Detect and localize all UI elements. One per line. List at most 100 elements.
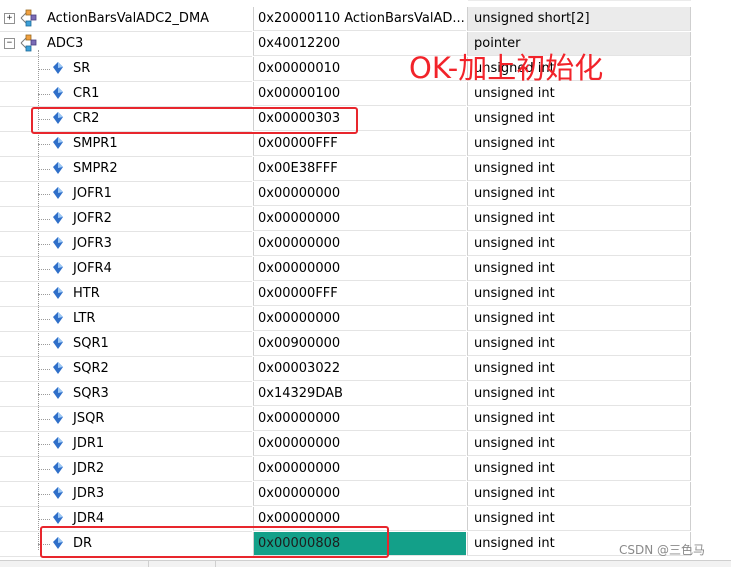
tree-branch-line: [38, 219, 50, 220]
tree-branch-line: [38, 444, 50, 445]
variable-icon: [53, 387, 63, 399]
value-cell[interactable]: 0x14329DAB: [253, 382, 466, 406]
register-name: JDR2: [73, 461, 105, 476]
variable-icon: [53, 512, 63, 524]
watch-row-smpr2[interactable]: SMPR2 0x00E38FFF unsigned int: [0, 157, 731, 182]
name-cell[interactable]: LTR: [0, 307, 252, 332]
watch-row-jdr1[interactable]: JDR1 0x00000000 unsigned int: [0, 432, 731, 457]
watch-window: + ActionBarsValADC2_DMA 0x20000110 ActionB…: [0, 0, 731, 566]
bottom-tab[interactable]: [0, 561, 149, 567]
cr2-highlight-box: [31, 107, 358, 134]
watch-row-jofr4[interactable]: JOFR4 0x00000000 unsigned int: [0, 257, 731, 282]
tree-branch-line: [38, 294, 50, 295]
register-name: JSQR: [73, 411, 105, 426]
watch-row-jofr3[interactable]: JOFR3 0x00000000 unsigned int: [0, 232, 731, 257]
annotation-text: OK-加上初始化: [409, 51, 604, 85]
tree-branch-line: [38, 94, 50, 95]
expand-icon[interactable]: +: [4, 13, 15, 24]
value-cell[interactable]: 0x00000000: [253, 432, 466, 456]
type-cell: unsigned int: [467, 282, 691, 306]
value-cell[interactable]: 0x20000110 ActionBarsValAD...: [253, 7, 466, 31]
value-cell[interactable]: 0x00003022: [253, 357, 466, 381]
type-cell: unsigned short[2]: [467, 7, 691, 31]
watch-row-sqr1[interactable]: SQR1 0x00900000 unsigned int: [0, 332, 731, 357]
name-cell[interactable]: SQR2: [0, 357, 252, 382]
name-cell[interactable]: + ActionBarsValADC2_DMA: [0, 7, 252, 32]
watch-row-jofr2[interactable]: JOFR2 0x00000000 unsigned int: [0, 207, 731, 232]
bottom-tab[interactable]: [149, 561, 216, 567]
type-cell: unsigned int: [467, 132, 691, 156]
value-cell[interactable]: 0x00000000: [253, 307, 466, 331]
name-cell[interactable]: CR1: [0, 82, 252, 107]
type-cell: unsigned int: [467, 232, 691, 256]
name-cell[interactable]: SMPR2: [0, 157, 252, 182]
watch-row-jdr2[interactable]: JDR2 0x00000000 unsigned int: [0, 457, 731, 482]
value-cell[interactable]: 0x00000000: [253, 407, 466, 431]
watch-row-adc3[interactable]: − ADC3 0x40012200 pointer: [0, 32, 731, 57]
value-cell[interactable]: 0x00900000: [253, 332, 466, 356]
name-cell[interactable]: SQR3: [0, 382, 252, 407]
variable-icon: [53, 237, 63, 249]
value-cell[interactable]: 0x00000FFF: [253, 132, 466, 156]
struct-icon: [20, 9, 37, 27]
variable-icon: [53, 362, 63, 374]
name-cell[interactable]: SQR1: [0, 332, 252, 357]
name-cell[interactable]: HTR: [0, 282, 252, 307]
type-cell: unsigned int: [467, 407, 691, 431]
type-cell: unsigned int: [467, 257, 691, 281]
watch-row-htr[interactable]: HTR 0x00000FFF unsigned int: [0, 282, 731, 307]
struct-icon: [20, 34, 37, 52]
variable-icon: [53, 412, 63, 424]
register-name: LTR: [73, 311, 96, 326]
name-cell[interactable]: − ADC3: [0, 32, 252, 57]
name-cell[interactable]: JDR1: [0, 432, 252, 457]
watch-row-cr1[interactable]: CR1 0x00000100 unsigned int: [0, 82, 731, 107]
watch-row-smpr1[interactable]: SMPR1 0x00000FFF unsigned int: [0, 132, 731, 157]
type-cell: unsigned int: [467, 157, 691, 181]
name-cell[interactable]: JOFR2: [0, 207, 252, 232]
tree-branch-line: [38, 244, 50, 245]
name-cell[interactable]: JDR2: [0, 457, 252, 482]
name-cell[interactable]: SR: [0, 57, 252, 82]
register-name: JDR1: [73, 436, 105, 451]
name-cell[interactable]: SMPR1: [0, 132, 252, 157]
tree-branch-line: [38, 494, 50, 495]
type-column-header[interactable]: [468, 0, 691, 1]
watch-row-sr[interactable]: SR 0x00000010 unsigned int: [0, 57, 731, 82]
watch-row-sqr3[interactable]: SQR3 0x14329DAB unsigned int: [0, 382, 731, 407]
value-cell[interactable]: 0x00E38FFF: [253, 157, 466, 181]
tree-branch-line: [38, 69, 50, 70]
value-cell[interactable]: 0x00000FFF: [253, 282, 466, 306]
watch-row-jdr3[interactable]: JDR3 0x00000000 unsigned int: [0, 482, 731, 507]
type-cell: unsigned int: [467, 457, 691, 481]
name-cell[interactable]: JOFR1: [0, 182, 252, 207]
watch-row-jofr1[interactable]: JOFR1 0x00000000 unsigned int: [0, 182, 731, 207]
watch-row-jsqr[interactable]: JSQR 0x00000000 unsigned int: [0, 407, 731, 432]
value-cell[interactable]: 0x00000000: [253, 232, 466, 256]
name-cell[interactable]: JSQR: [0, 407, 252, 432]
dr-highlight-box: [40, 526, 389, 558]
value-cell[interactable]: 0x00000000: [253, 207, 466, 231]
name-cell[interactable]: JDR3: [0, 482, 252, 507]
collapse-icon[interactable]: −: [4, 38, 15, 49]
tree-branch-line: [38, 394, 50, 395]
tree-branch-line: [38, 319, 50, 320]
watch-row-actionbarsvaladc2_dma[interactable]: + ActionBarsValADC2_DMA 0x20000110 ActionB…: [0, 7, 731, 32]
name-cell[interactable]: JOFR3: [0, 232, 252, 257]
type-cell: unsigned int: [467, 307, 691, 331]
value-cell[interactable]: 0x00000000: [253, 457, 466, 481]
register-name: JOFR3: [73, 236, 112, 251]
value-cell[interactable]: 0x00000000: [253, 257, 466, 281]
variable-icon: [53, 212, 63, 224]
value-cell[interactable]: 0x00000000: [253, 182, 466, 206]
variable-name: ADC3: [47, 36, 84, 51]
watch-row-ltr[interactable]: LTR 0x00000000 unsigned int: [0, 307, 731, 332]
variable-icon: [53, 262, 63, 274]
tree-branch-line: [38, 469, 50, 470]
variable-icon: [53, 62, 63, 74]
register-name: JOFR2: [73, 211, 112, 226]
name-cell[interactable]: JOFR4: [0, 257, 252, 282]
watch-row-sqr2[interactable]: SQR2 0x00003022 unsigned int: [0, 357, 731, 382]
tree-branch-line: [38, 169, 50, 170]
value-cell[interactable]: 0x00000000: [253, 482, 466, 506]
